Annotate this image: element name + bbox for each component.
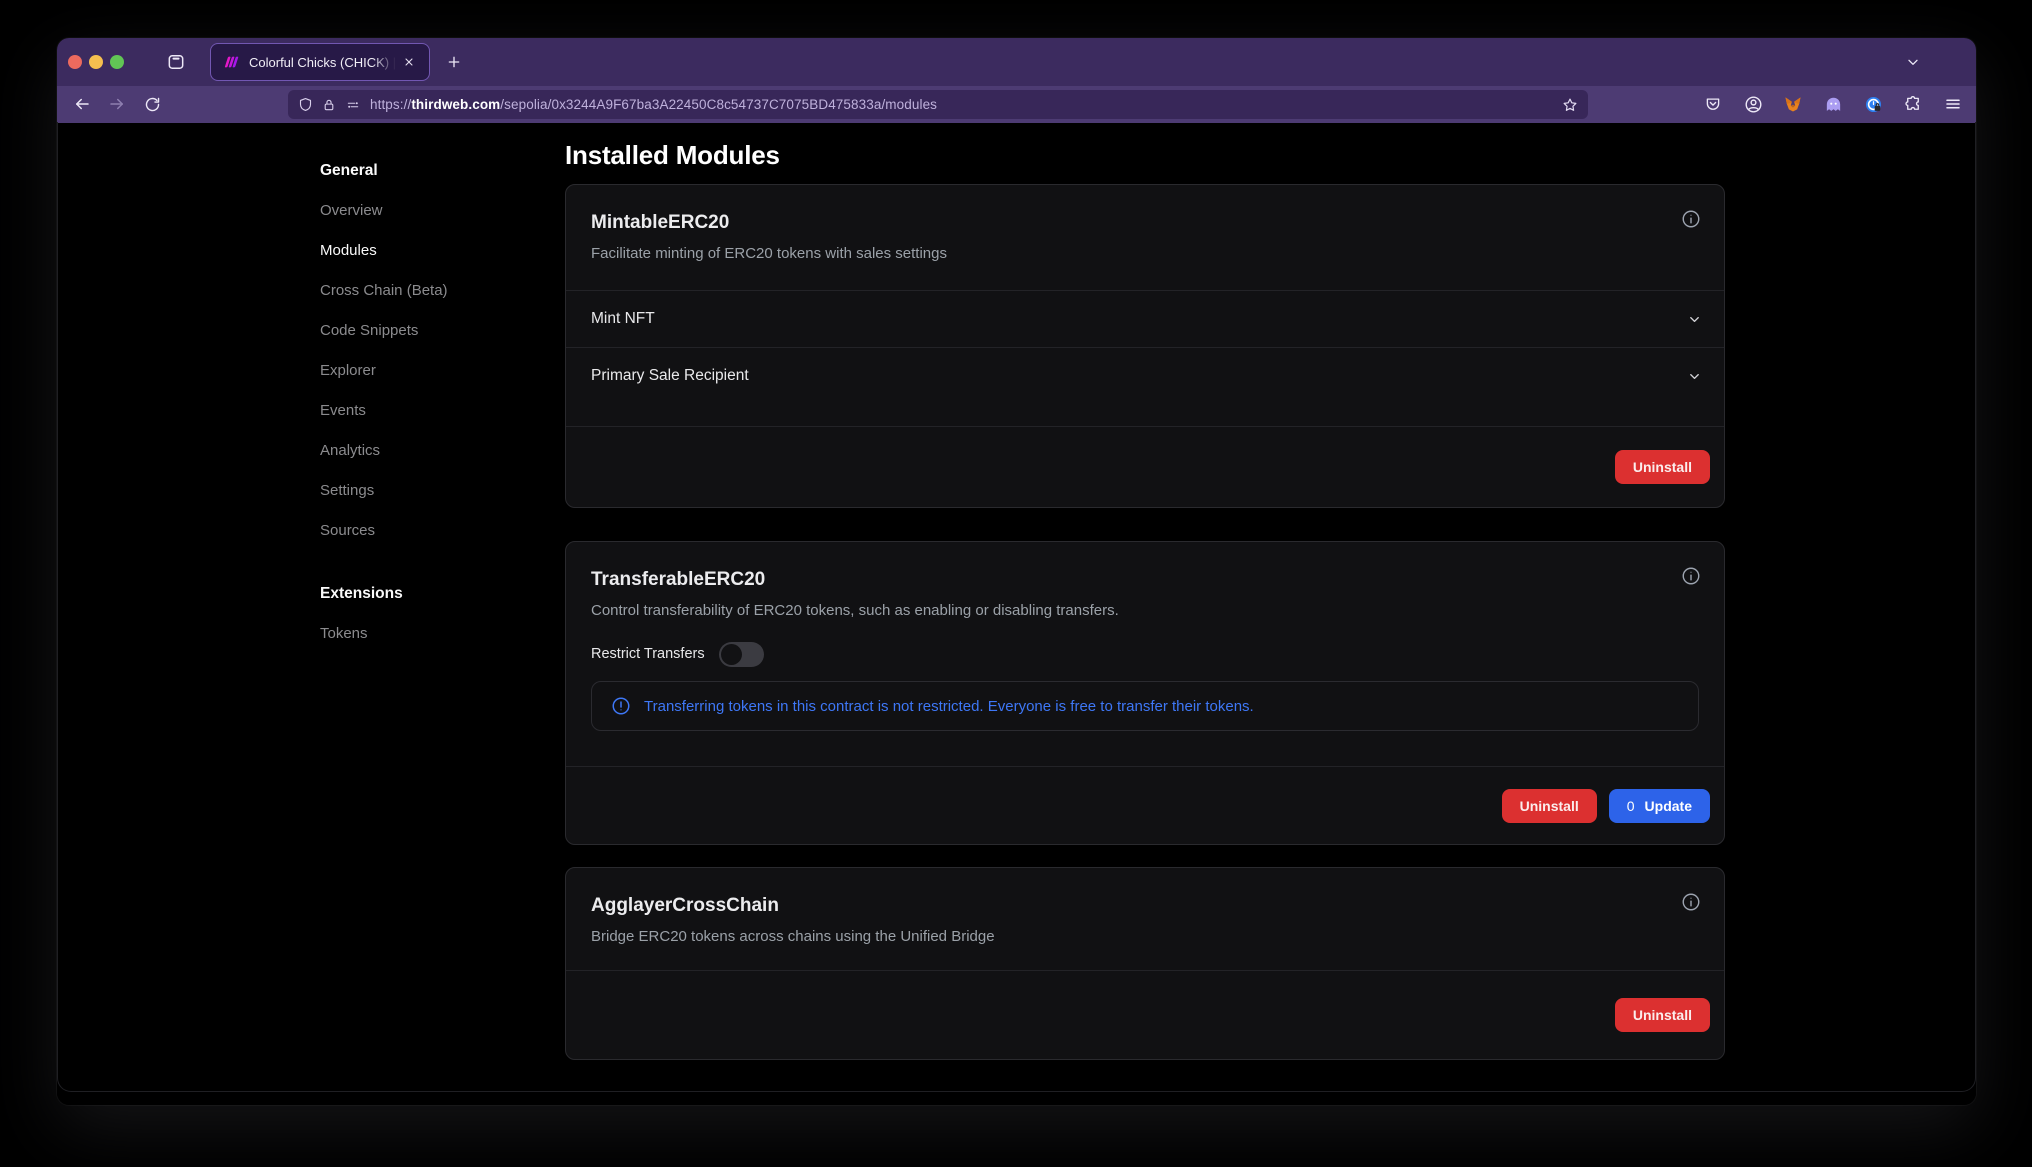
- tab-strip: Colorful Chicks (CHICK) | Sepoli: [57, 38, 1976, 86]
- uninstall-button[interactable]: Uninstall: [1615, 450, 1710, 484]
- pocket-icon[interactable]: [1700, 90, 1726, 118]
- metamask-icon[interactable]: [1780, 90, 1806, 118]
- forward-button[interactable]: [104, 89, 130, 119]
- active-tab[interactable]: Colorful Chicks (CHICK) | Sepoli: [210, 43, 430, 81]
- module-name: MintableERC20: [591, 211, 1699, 235]
- alert-circle-icon: [611, 696, 631, 716]
- url-text: https://thirdweb.com/sepolia/0x3244A9F67…: [370, 97, 937, 112]
- info-icon[interactable]: [1681, 209, 1701, 229]
- module-card-mintable-erc20: MintableERC20 Facilitate minting of ERC2…: [565, 184, 1725, 508]
- browser-window: Colorful Chicks (CHICK) | Sepoli: [57, 38, 1976, 1105]
- sidebar-item-settings[interactable]: Settings: [320, 471, 535, 511]
- module-card-transferable-erc20: TransferableERC20 Control transferabilit…: [565, 541, 1725, 845]
- uninstall-button[interactable]: Uninstall: [1502, 789, 1597, 823]
- module-description: Facilitate minting of ERC20 tokens with …: [591, 244, 1699, 264]
- alert-text: Transferring tokens in this contract is …: [644, 698, 1254, 715]
- sidebar-item-explorer[interactable]: Explorer: [320, 351, 535, 391]
- menu-hamburger-icon[interactable]: [1940, 90, 1966, 118]
- sidebar-item-modules[interactable]: Modules: [320, 231, 535, 271]
- accordion-mint-nft[interactable]: Mint NFT: [566, 290, 1724, 347]
- module-card-agglayer-cross-chain: AgglayerCrossChain Bridge ERC20 tokens a…: [565, 867, 1725, 1060]
- privacy-extension-icon[interactable]: [1860, 90, 1886, 118]
- new-tab-button[interactable]: [438, 46, 470, 78]
- list-all-tabs-icon[interactable]: [1897, 46, 1929, 78]
- permissions-icon[interactable]: [345, 98, 361, 112]
- accordion-primary-sale-recipient[interactable]: Primary Sale Recipient: [566, 347, 1724, 404]
- sidebar-item-cross-chain[interactable]: Cross Chain (Beta): [320, 271, 535, 311]
- tracking-protection-shield-icon[interactable]: [298, 97, 313, 112]
- accordion-label: Primary Sale Recipient: [591, 367, 749, 385]
- close-window-button[interactable]: [68, 55, 82, 69]
- window-controls: [68, 55, 124, 69]
- account-icon[interactable]: [1740, 90, 1766, 118]
- firefox-view-icon[interactable]: [160, 46, 192, 78]
- reload-button[interactable]: [139, 89, 165, 119]
- main-column: Installed Modules MintableERC20 Facilita…: [565, 123, 1725, 1060]
- url-domain: thirdweb.com: [411, 97, 500, 112]
- uninstall-button[interactable]: Uninstall: [1615, 998, 1710, 1032]
- https-lock-icon[interactable]: [322, 98, 336, 112]
- chevron-down-icon: [1687, 312, 1702, 327]
- screen: Colorful Chicks (CHICK) | Sepoli: [0, 0, 2032, 1167]
- tab-close-icon[interactable]: [399, 52, 419, 72]
- back-button[interactable]: [69, 89, 95, 119]
- restrict-transfers-toggle[interactable]: [719, 642, 764, 667]
- phantom-icon[interactable]: [1820, 90, 1846, 118]
- sidebar-item-code-snippets[interactable]: Code Snippets: [320, 311, 535, 351]
- update-label: Update: [1645, 798, 1692, 814]
- module-description: Bridge ERC20 tokens across chains using …: [591, 927, 1699, 947]
- extensions-puzzle-icon[interactable]: [1900, 90, 1926, 118]
- sidebar-nav: General Overview Modules Cross Chain (Be…: [320, 151, 535, 654]
- sidebar-heading-general: General: [320, 151, 535, 191]
- module-description: Control transferability of ERC20 tokens,…: [591, 601, 1699, 621]
- update-count-badge: 0: [1627, 798, 1635, 814]
- module-name: AgglayerCrossChain: [591, 894, 1699, 918]
- sidebar-item-analytics[interactable]: Analytics: [320, 431, 535, 471]
- toggle-knob: [721, 644, 742, 665]
- sidebar-item-tokens[interactable]: Tokens: [320, 614, 535, 654]
- module-name: TransferableERC20: [591, 568, 1699, 592]
- info-icon[interactable]: [1681, 566, 1701, 586]
- update-button[interactable]: 0 Update: [1609, 789, 1710, 823]
- bookmark-star-icon[interactable]: [1562, 97, 1578, 113]
- page-title: Installed Modules: [565, 140, 1725, 171]
- tab-title: Colorful Chicks (CHICK) | Sepoli: [249, 55, 399, 70]
- sidebar-item-overview[interactable]: Overview: [320, 191, 535, 231]
- thirdweb-favicon: [223, 55, 240, 69]
- zoom-window-button[interactable]: [110, 55, 124, 69]
- url-bar[interactable]: https://thirdweb.com/sepolia/0x3244A9F67…: [288, 90, 1588, 119]
- sidebar-item-events[interactable]: Events: [320, 391, 535, 431]
- sidebar-item-sources[interactable]: Sources: [320, 511, 535, 551]
- transfer-info-alert: Transferring tokens in this contract is …: [591, 681, 1699, 731]
- minimize-window-button[interactable]: [89, 55, 103, 69]
- info-icon[interactable]: [1681, 892, 1701, 912]
- page-content: General Overview Modules Cross Chain (Be…: [57, 123, 1976, 1105]
- sidebar-heading-extensions: Extensions: [320, 574, 535, 614]
- chevron-down-icon: [1687, 369, 1702, 384]
- accordion-label: Mint NFT: [591, 310, 655, 328]
- restrict-transfers-label: Restrict Transfers: [591, 646, 705, 662]
- nav-toolbar: https://thirdweb.com/sepolia/0x3244A9F67…: [57, 86, 1976, 123]
